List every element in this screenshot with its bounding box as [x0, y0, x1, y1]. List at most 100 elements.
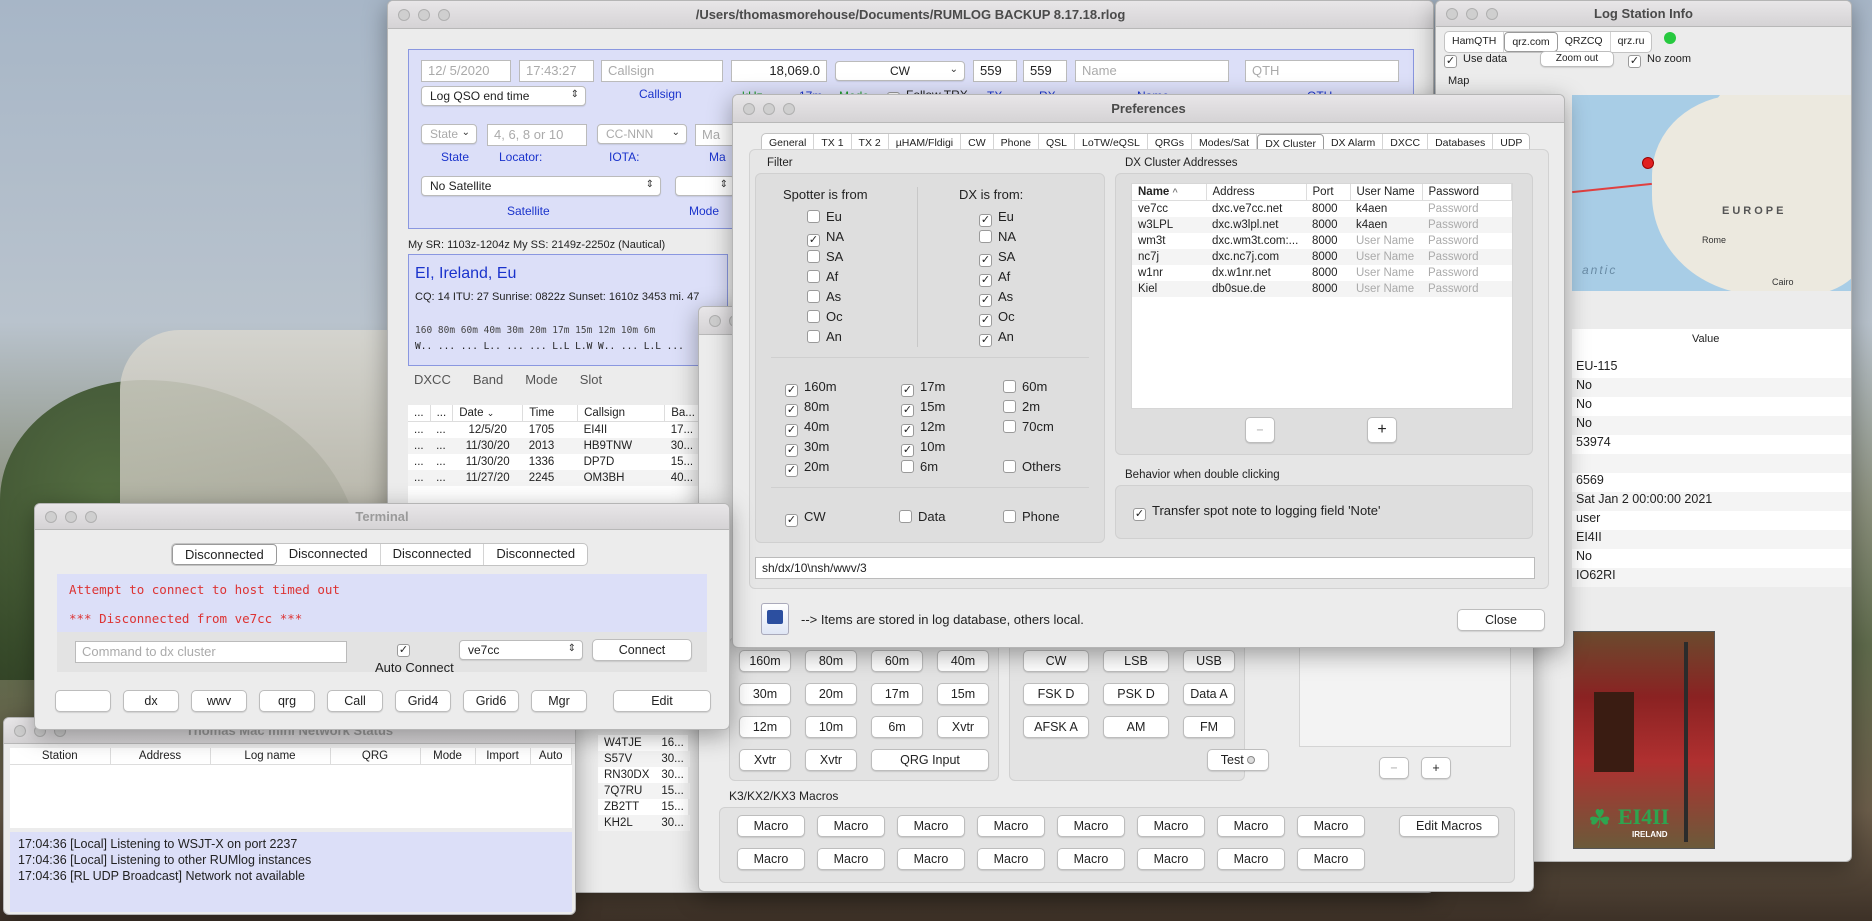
col-header-name[interactable]: Name ^	[1132, 184, 1207, 201]
spotter-na-checkbox[interactable]: ✓ NA	[807, 229, 844, 247]
band-12m-checkbox[interactable]: ✓ 12m	[901, 419, 945, 437]
close-window-button[interactable]	[14, 725, 26, 737]
cluster-select[interactable]: ve7cc ⇕	[459, 640, 583, 660]
table-row[interactable]: ...... 11/30/20 2013 HB9TNW 30...	[408, 438, 718, 454]
cluster-command-field[interactable]: sh/dx/10\nsh/wwv/3	[755, 557, 1535, 579]
macro-button[interactable]: Macro	[977, 815, 1045, 837]
cluster-command-input[interactable]: Command to dx cluster	[75, 641, 347, 663]
call-button[interactable]: Call	[327, 690, 383, 712]
minimize-window-button[interactable]	[418, 9, 430, 21]
spotter-sa-checkbox[interactable]: SA	[807, 249, 843, 264]
col-header-qrg[interactable]: QRG	[330, 748, 421, 765]
remove-address-button[interactable]: −	[1245, 417, 1275, 443]
minimize-window-button[interactable]	[65, 511, 77, 523]
spotter-oc-checkbox[interactable]: Oc	[807, 309, 843, 324]
macro-button[interactable]: Macro	[977, 848, 1045, 870]
tab-qrz-ru[interactable]: qrz.ru	[1611, 32, 1652, 52]
ma-field[interactable]: Ma	[695, 124, 735, 146]
satellite-select[interactable]: No Satellite ⇕	[421, 176, 661, 196]
table-row[interactable]: S57V 30...	[598, 751, 690, 767]
macro-button[interactable]: Macro	[817, 815, 885, 837]
spotter-an-checkbox[interactable]: An	[807, 329, 842, 344]
tx-rst-field[interactable]: 559	[973, 60, 1017, 82]
mgr-button[interactable]: Mgr	[531, 690, 587, 712]
band-button-17m[interactable]: 17m	[871, 683, 923, 705]
zoom-window-button[interactable]	[438, 9, 450, 21]
tab-hamqth[interactable]: HamQTH	[1445, 32, 1505, 52]
band-15m-checkbox[interactable]: ✓ 15m	[901, 399, 945, 417]
col-header-port[interactable]: Port	[1306, 184, 1351, 201]
band-button-160m[interactable]: 160m	[739, 650, 791, 672]
close-window-button[interactable]	[1446, 8, 1458, 20]
band-others-checkbox[interactable]: Others	[1003, 459, 1061, 474]
auto-connect-checkbox[interactable]: ✓	[397, 640, 416, 657]
mode-button-fsk-d[interactable]: FSK D	[1023, 683, 1089, 705]
grid6-button[interactable]: Grid6	[463, 690, 519, 712]
tab-connection-2[interactable]: Disconnected	[277, 544, 381, 565]
table-row[interactable]: ...... 11/30/20 1336 DP7D 15...	[408, 454, 718, 470]
table-row[interactable]: W4TJE 16...	[598, 735, 690, 751]
zoom-window-button[interactable]	[783, 103, 795, 115]
iota-select[interactable]: CC-NNN ⌄	[597, 124, 687, 144]
macro-button[interactable]: Macro	[1057, 848, 1125, 870]
band-button-30m[interactable]: 30m	[739, 683, 791, 705]
band-30m-checkbox[interactable]: ✓ 30m	[785, 439, 829, 457]
mode-button-fm[interactable]: FM	[1183, 716, 1235, 738]
mode-button-cw[interactable]: CW	[1023, 650, 1089, 672]
dx-oc-checkbox[interactable]: ✓ Oc	[979, 309, 1015, 327]
tab-qrz-com[interactable]: qrz.com	[1504, 32, 1558, 52]
band-button-xvtr[interactable]: Xvtr	[937, 716, 989, 738]
dx-an-checkbox[interactable]: ✓ An	[979, 329, 1014, 347]
macro-button[interactable]: Macro	[737, 848, 805, 870]
table-row[interactable]: RN30DX 30...	[598, 767, 690, 783]
tab-connection-4[interactable]: Disconnected	[484, 544, 587, 565]
wwv-button[interactable]: wwv	[191, 690, 247, 712]
transfer-note-checkbox[interactable]: ✓ Transfer spot note to logging field 'No…	[1133, 503, 1381, 521]
col-header-date[interactable]: Date ⌄	[452, 405, 524, 422]
band-button-6m[interactable]: 6m	[871, 716, 923, 738]
time-field[interactable]: 17:43:27	[519, 60, 594, 82]
dx-button[interactable]: dx	[123, 690, 179, 712]
col-header-mode[interactable]: Mode	[420, 748, 476, 765]
qsl-card-image[interactable]: ☘ EI4II IRELAND	[1573, 631, 1715, 849]
col-header-address[interactable]: Address	[1206, 184, 1307, 201]
col-header-callsign[interactable]: Callsign	[577, 405, 666, 422]
macro-button[interactable]: Macro	[897, 815, 965, 837]
table-row[interactable]: ...... 12/5/20 1705 EI4II 17...	[408, 422, 718, 439]
sat-mode-select[interactable]: ⇕	[675, 176, 735, 196]
qrg-input-button[interactable]: QRG Input	[871, 749, 989, 771]
table-row[interactable]: ve7cc dxc.ve7cc.net 8000 k4aen Password	[1132, 201, 1512, 218]
band-160m-checkbox[interactable]: ✓ 160m	[785, 379, 837, 397]
test-button[interactable]: Test	[1207, 749, 1269, 771]
tab-mode[interactable]: Mode	[525, 372, 558, 387]
minimize-window-button[interactable]	[763, 103, 775, 115]
table-row[interactable]: w3LPL dxc.w3lpl.net 8000 k4aen Password	[1132, 217, 1512, 233]
dx-af-checkbox[interactable]: ✓ Af	[979, 269, 1010, 287]
macro-button[interactable]: Macro	[1057, 815, 1125, 837]
dx-na-checkbox[interactable]: NA	[979, 229, 1016, 244]
table-row[interactable]: KH2L 30...	[598, 815, 690, 831]
callsign-field[interactable]: Callsign	[601, 60, 723, 82]
minimize-window-button[interactable]	[1466, 8, 1478, 20]
add-address-button[interactable]: +	[1367, 417, 1397, 443]
band-80m-checkbox[interactable]: ✓ 80m	[785, 399, 829, 417]
band-6m-checkbox[interactable]: 6m	[901, 459, 938, 474]
name-field[interactable]: Name	[1075, 60, 1229, 82]
col-header-import[interactable]: Import	[475, 748, 531, 765]
col-header-time[interactable]: Time	[522, 405, 579, 422]
macro-button[interactable]: Macro	[817, 848, 885, 870]
col-header[interactable]: ...	[408, 405, 431, 422]
table-row[interactable]: Kiel db0sue.de 8000 User Name Password	[1132, 281, 1512, 297]
macro-button[interactable]: Macro	[1297, 848, 1365, 870]
dx-eu-checkbox[interactable]: ✓ Eu	[979, 209, 1014, 227]
quick-button-blank[interactable]	[55, 690, 111, 712]
band-button-10m[interactable]: 10m	[805, 716, 857, 738]
col-header-log-name[interactable]: Log name	[210, 748, 331, 765]
close-window-button[interactable]	[709, 315, 721, 327]
spotter-af-checkbox[interactable]: Af	[807, 269, 838, 284]
macro-button[interactable]: Macro	[1217, 848, 1285, 870]
band-70cm-checkbox[interactable]: 70cm	[1003, 419, 1054, 434]
macro-button[interactable]: Macro	[1137, 848, 1205, 870]
col-header[interactable]: ...	[430, 405, 454, 422]
mode-button-usb[interactable]: USB	[1183, 650, 1235, 672]
